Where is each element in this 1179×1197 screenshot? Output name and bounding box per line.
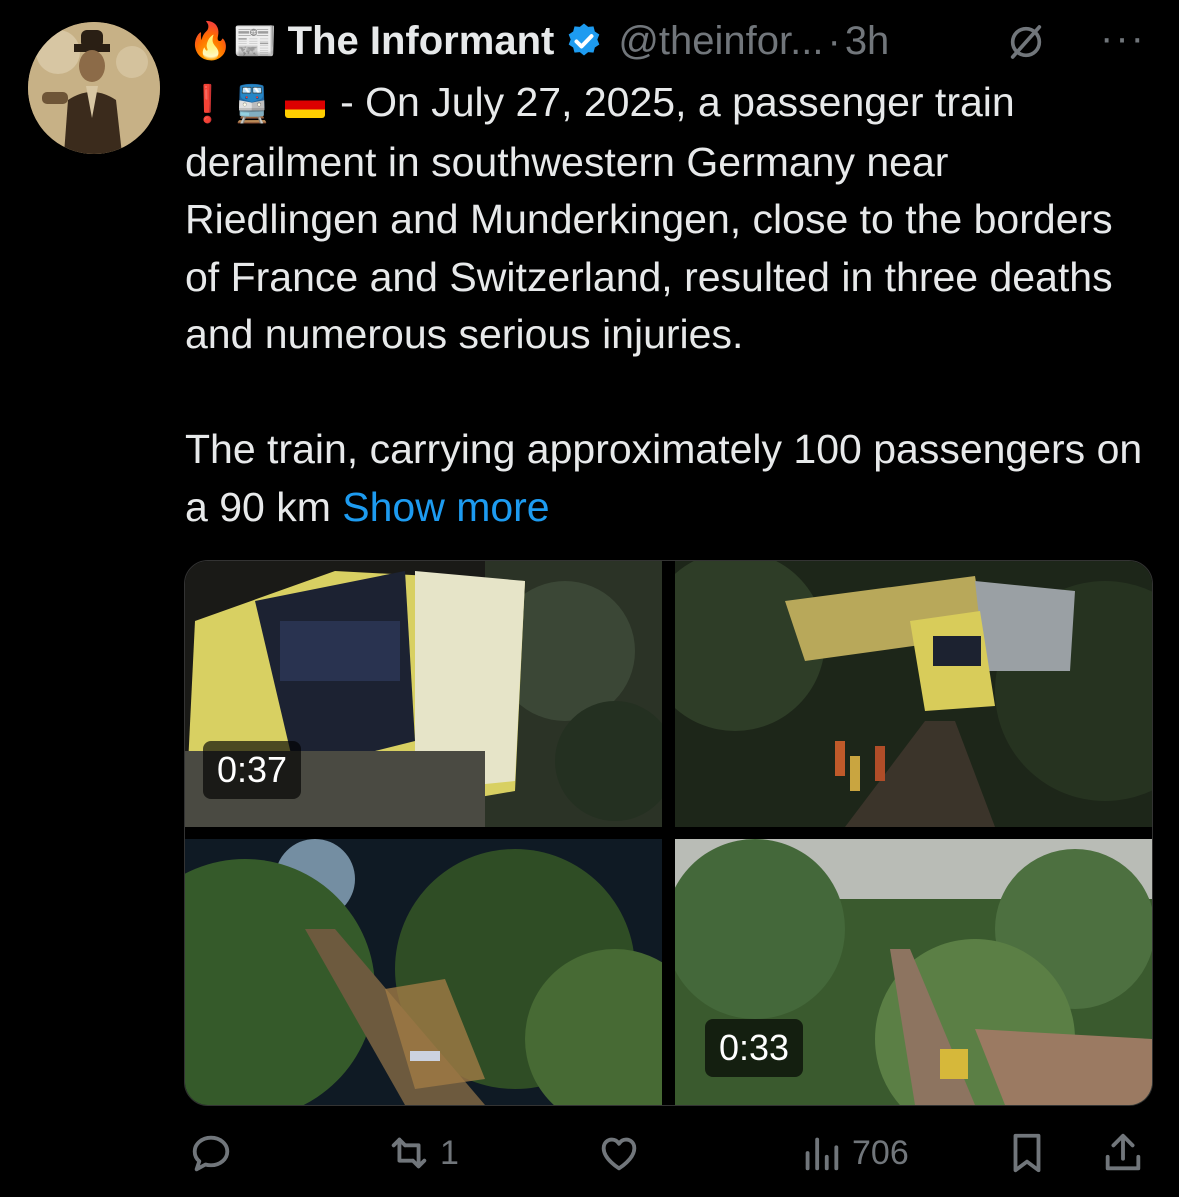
post-header: 🔥📰 The Informant @theinfor... · 3h ··· (188, 16, 1148, 66)
author-handle[interactable]: @theinfor... (618, 19, 823, 64)
share-icon (1105, 1133, 1141, 1171)
prefix-emoji: 🔥📰 (188, 21, 278, 62)
more-options-icon[interactable]: ··· (1100, 16, 1146, 61)
paragraph-1-text: - On July 27, 2025, a passenger train de… (185, 79, 1113, 357)
post-time[interactable]: 3h (845, 19, 890, 64)
avatar[interactable] (28, 22, 160, 154)
action-bar: 1 706 (0, 1128, 1179, 1188)
grok-icon[interactable] (1006, 22, 1046, 62)
verified-badge-icon (568, 23, 600, 56)
repost-icon (391, 1137, 427, 1169)
share-button[interactable] (1100, 1130, 1146, 1176)
bookmark-icon (1013, 1133, 1041, 1173)
author-name[interactable]: The Informant (288, 19, 555, 64)
reply-icon (192, 1135, 230, 1172)
media-grid: 0:37 0:33 (184, 560, 1153, 1106)
show-more-link[interactable]: Show more (342, 484, 549, 530)
post-paragraph-1: ❗🚆 - On July 27, 2025, a passenger train… (185, 74, 1145, 364)
media-video-4[interactable]: 0:33 (675, 839, 1152, 1105)
video-duration: 0:33 (705, 1019, 804, 1077)
like-button[interactable] (596, 1130, 650, 1176)
germany-flag-icon (284, 92, 325, 118)
media-image-2[interactable] (675, 561, 1152, 827)
media-video-1[interactable]: 0:37 (185, 561, 662, 827)
reply-button[interactable] (188, 1130, 242, 1176)
video-duration: 0:37 (203, 741, 302, 799)
paragraph-2-text: The train, carrying approximately 100 pa… (185, 426, 1143, 530)
views-button[interactable]: 706 (798, 1130, 909, 1176)
repost-count: 1 (440, 1133, 459, 1172)
line-emoji: ❗🚆 (185, 84, 275, 125)
separator-dot: · (827, 18, 841, 63)
post-text: ❗🚆 - On July 27, 2025, a passenger train… (185, 74, 1145, 536)
bookmark-button[interactable] (1004, 1130, 1050, 1176)
heart-icon (601, 1137, 637, 1171)
analytics-icon (805, 1137, 839, 1171)
post-paragraph-2: The train, carrying approximately 100 pa… (185, 421, 1145, 536)
repost-button[interactable]: 1 (386, 1130, 459, 1176)
views-count: 706 (852, 1133, 909, 1172)
media-image-3[interactable] (185, 839, 662, 1105)
